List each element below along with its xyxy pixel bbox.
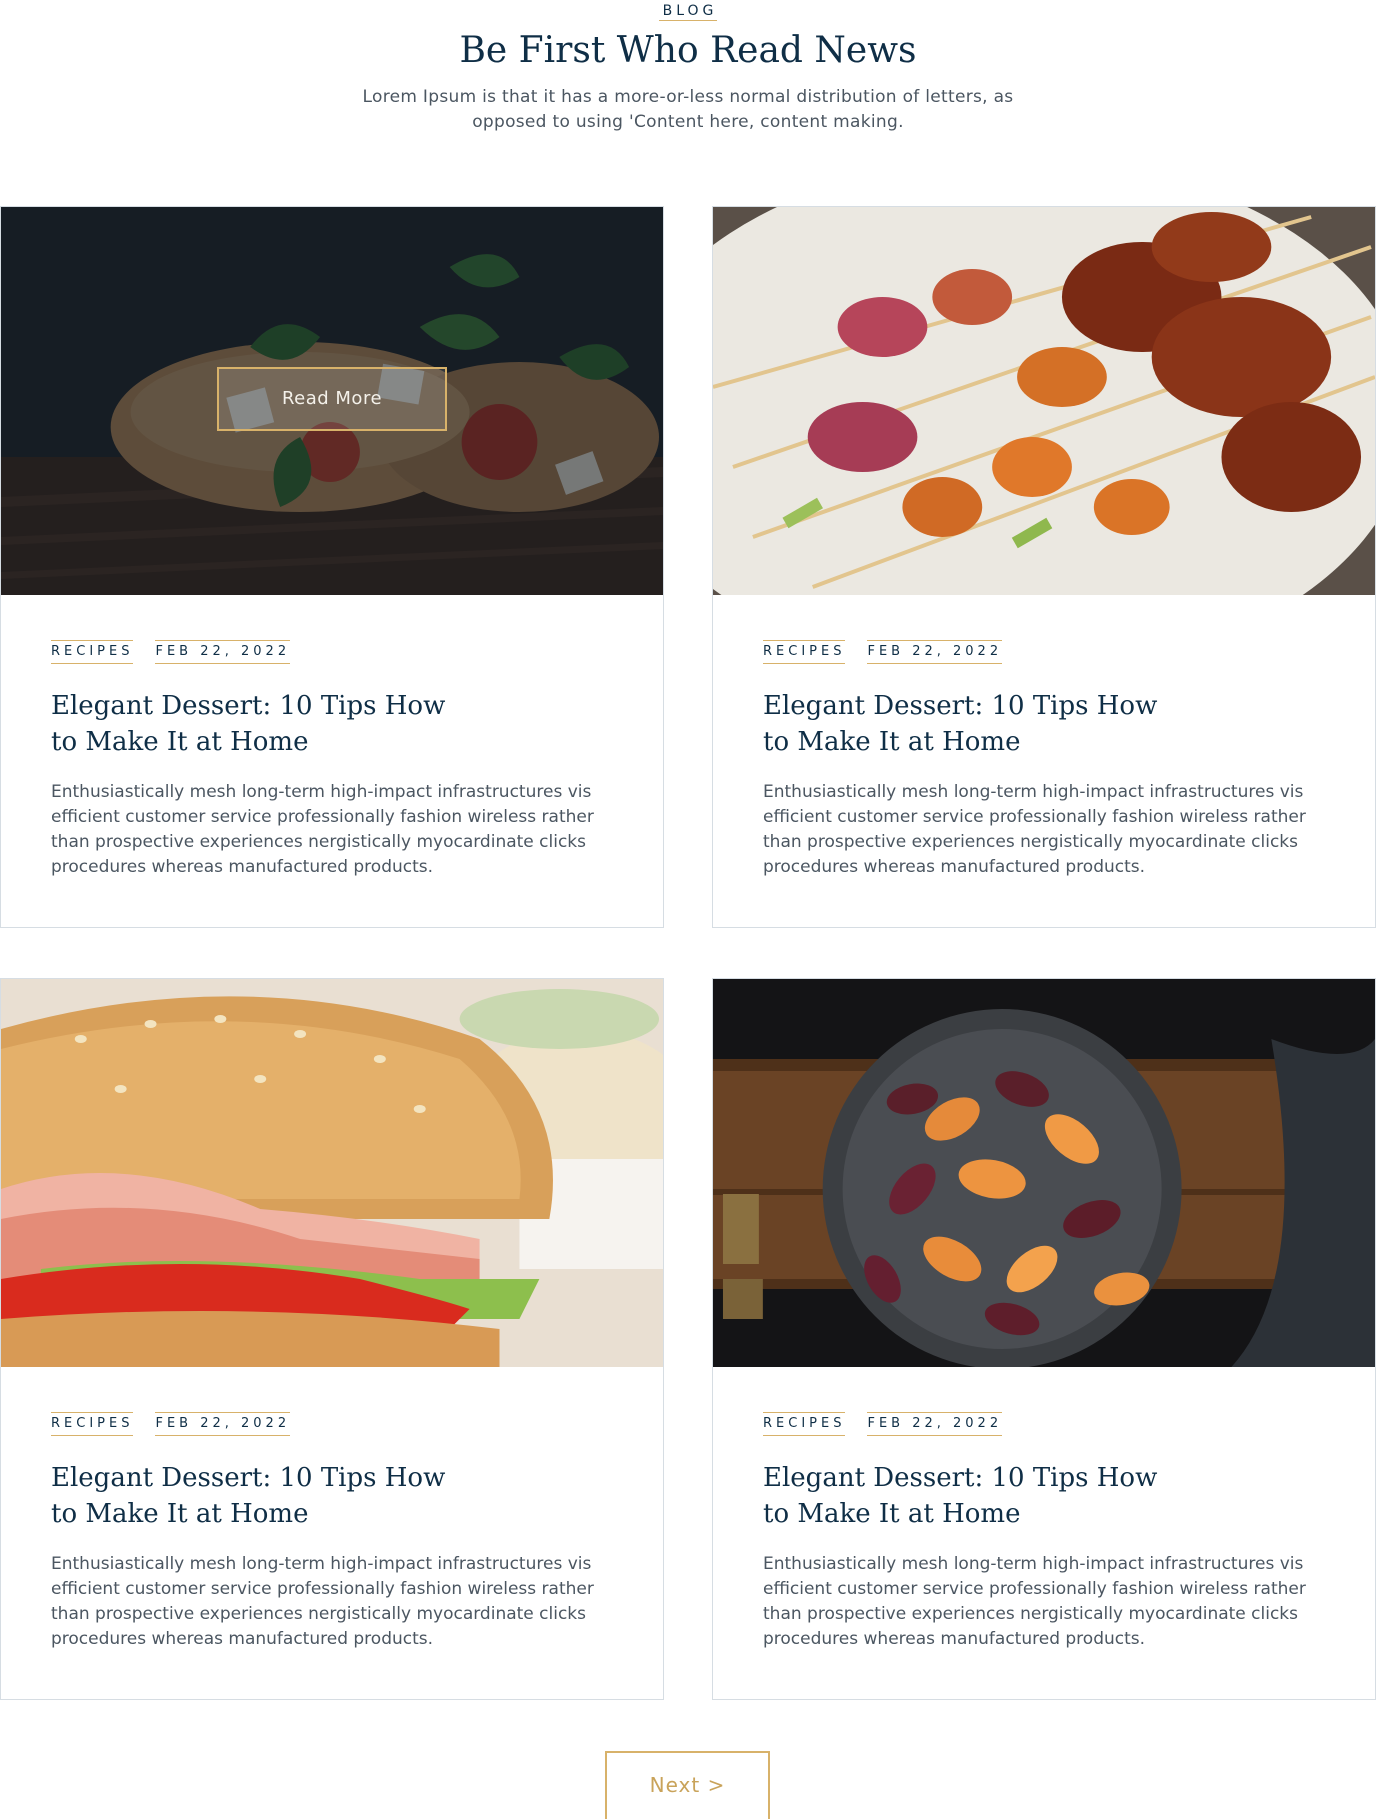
post-excerpt: Enthusiastically mesh long-term high-imp… (51, 782, 594, 877)
post-date[interactable]: FEB 22, 2022 (867, 1412, 1003, 1436)
section-eyebrow: BLOG (658, 3, 718, 21)
post-image-skewers[interactable] (713, 207, 1375, 595)
post-date[interactable]: FEB 22, 2022 (155, 640, 291, 664)
blog-card[interactable]: RECIPES FEB 22, 2022 Elegant Dessert: 10… (712, 206, 1376, 928)
post-excerpt: Enthusiastically mesh long-term high-imp… (763, 1554, 1306, 1649)
blog-card[interactable]: Read More RECIPES FEB 22, 2022 Elegant D… (0, 206, 664, 928)
card-body: RECIPES FEB 22, 2022 Elegant Dessert: 10… (713, 1367, 1375, 1652)
grilled-skewers-photo (713, 207, 1375, 595)
blog-card[interactable]: RECIPES FEB 22, 2022 Elegant Dessert: 10… (712, 978, 1376, 1700)
category-link[interactable]: RECIPES (51, 1412, 134, 1436)
post-image-bruschetta[interactable]: Read More (1, 207, 663, 595)
category-link[interactable]: RECIPES (763, 1412, 846, 1436)
post-excerpt: Enthusiastically mesh long-term high-imp… (763, 782, 1306, 877)
post-date[interactable]: FEB 22, 2022 (155, 1412, 291, 1436)
section-intro: Lorem Ipsum is that it has a more-or-les… (362, 87, 1014, 132)
post-title-link[interactable]: Elegant Dessert: 10 Tips How to Make It … (51, 1460, 471, 1532)
card-body: RECIPES FEB 22, 2022 Elegant Dessert: 10… (1, 595, 663, 880)
card-body: RECIPES FEB 22, 2022 Elegant Dessert: 10… (713, 595, 1375, 880)
post-meta: RECIPES FEB 22, 2022 (51, 1412, 613, 1436)
post-title-link[interactable]: Elegant Dessert: 10 Tips How to Make It … (763, 1460, 1183, 1532)
category-link[interactable]: RECIPES (763, 640, 846, 664)
post-meta: RECIPES FEB 22, 2022 (763, 640, 1325, 664)
post-meta: RECIPES FEB 22, 2022 (763, 1412, 1325, 1436)
roasted-plums-photo (713, 979, 1375, 1367)
post-excerpt: Enthusiastically mesh long-term high-imp… (51, 1554, 594, 1649)
section-title: Be First Who Read News (459, 30, 917, 71)
read-more-button[interactable]: Read More (217, 367, 447, 431)
post-title-link[interactable]: Elegant Dessert: 10 Tips How to Make It … (763, 688, 1183, 760)
next-page-button[interactable]: Next > (605, 1751, 770, 1819)
card-body: RECIPES FEB 22, 2022 Elegant Dessert: 10… (1, 1367, 663, 1652)
post-image-plums[interactable] (713, 979, 1375, 1367)
post-meta: RECIPES FEB 22, 2022 (51, 640, 613, 664)
category-link[interactable]: RECIPES (51, 640, 134, 664)
post-date[interactable]: FEB 22, 2022 (867, 640, 1003, 664)
section-header: BLOG Be First Who Read News Lorem Ipsum … (0, 0, 1376, 135)
blog-card[interactable]: RECIPES FEB 22, 2022 Elegant Dessert: 10… (0, 978, 664, 1700)
post-title-link[interactable]: Elegant Dessert: 10 Tips How to Make It … (51, 688, 471, 760)
post-image-sandwich[interactable] (1, 979, 663, 1367)
ham-sandwich-photo (1, 979, 663, 1367)
